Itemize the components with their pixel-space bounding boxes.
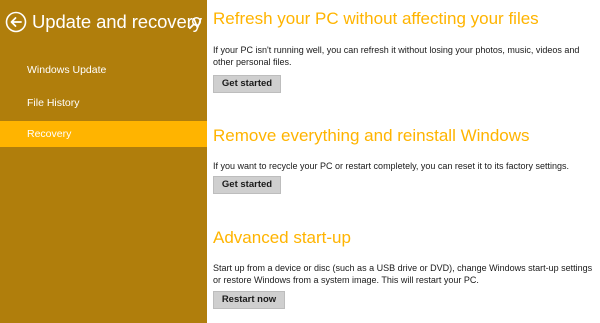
reset-section-title: Remove everything and reinstall Windows: [213, 126, 530, 145]
main-content: Refresh your PC without affecting your f…: [207, 0, 600, 323]
sidebar-item-label: Recovery: [27, 128, 72, 140]
sidebar-item-label: File History: [27, 97, 80, 109]
refresh-section-title: Refresh your PC without affecting your f…: [213, 9, 539, 28]
search-icon[interactable]: [188, 16, 202, 30]
sidebar-item-label: Windows Update: [27, 64, 107, 76]
sidebar: Update and recovery Windows Update File …: [0, 0, 207, 323]
sidebar-item-windows-update[interactable]: Windows Update: [0, 57, 207, 83]
refresh-get-started-button[interactable]: Get started: [213, 75, 281, 93]
reset-section-description: If you want to recycle your PC or restar…: [213, 161, 569, 171]
restart-now-button[interactable]: Restart now: [213, 291, 285, 309]
advanced-startup-title: Advanced start-up: [213, 228, 351, 247]
sidebar-header: Update and recovery: [0, 10, 207, 36]
back-arrow-icon[interactable]: [5, 11, 27, 33]
reset-get-started-button[interactable]: Get started: [213, 176, 281, 194]
advanced-startup-description: Start up from a device or disc (such as …: [213, 263, 593, 285]
refresh-section-description: If your PC isn't running well, you can r…: [213, 45, 580, 67]
sidebar-item-file-history[interactable]: File History: [0, 90, 207, 116]
page-title: Update and recovery: [32, 11, 202, 32]
sidebar-item-recovery[interactable]: Recovery: [0, 121, 207, 147]
